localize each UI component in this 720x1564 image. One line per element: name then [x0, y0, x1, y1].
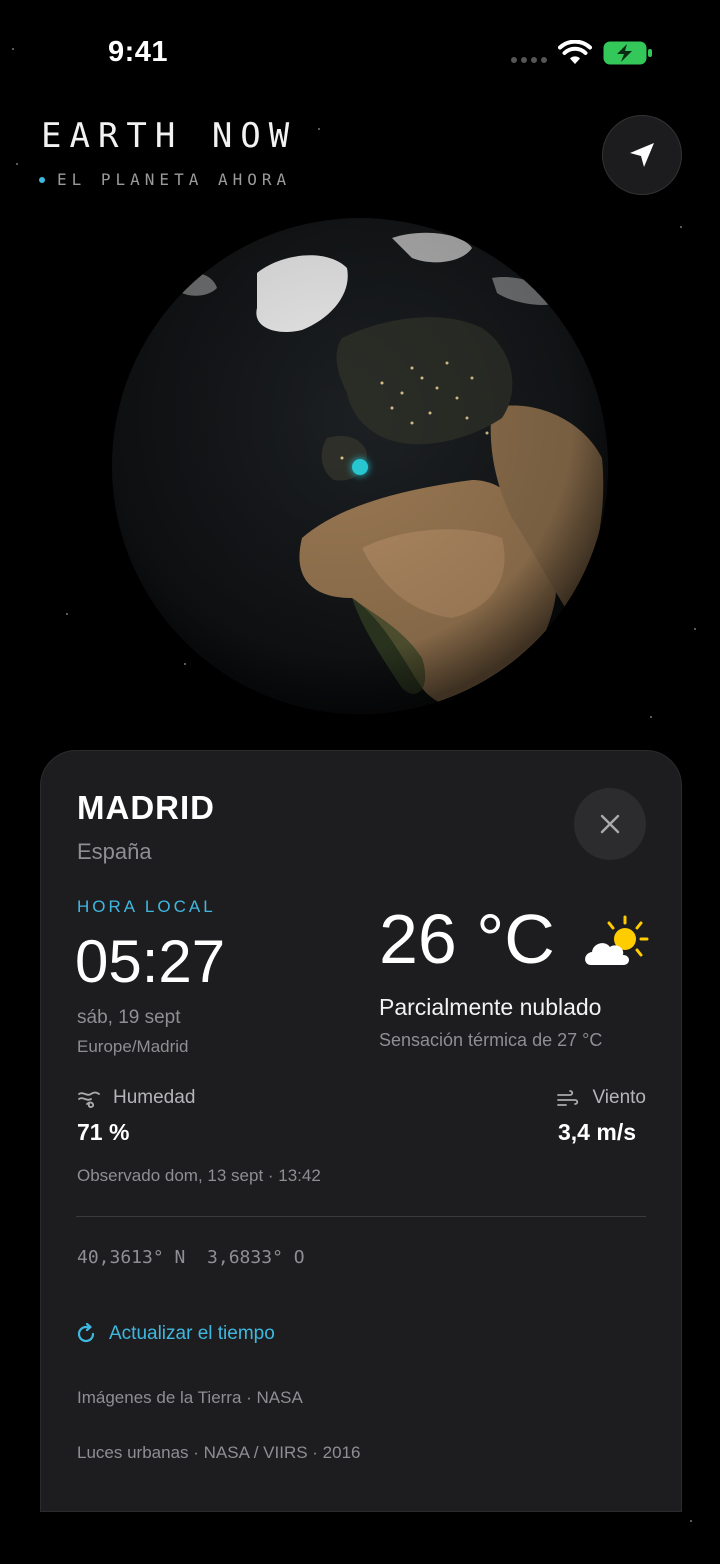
coordinates: 40,3613° N 3,6833° O [77, 1247, 305, 1268]
humidity-icon [78, 1091, 100, 1108]
battery-charging-icon [603, 41, 652, 65]
humidity-label: Humedad [77, 1087, 195, 1109]
location-card: MADRID España HORA LOCAL 05:27 sáb, 19 s… [40, 750, 682, 1512]
app-subtitle-text: EL PLANETA AHORA [57, 170, 292, 189]
country-name: España [77, 839, 152, 864]
status-bar: 9:41 [0, 0, 720, 100]
wind-label: Viento [556, 1087, 646, 1109]
location-marker[interactable] [352, 459, 368, 475]
close-icon [600, 814, 620, 834]
humidity-label-text: Humedad [113, 1087, 196, 1108]
live-dot-icon [39, 176, 45, 183]
close-button[interactable] [574, 788, 646, 860]
divider [76, 1216, 646, 1217]
wind-label-text: Viento [592, 1087, 646, 1108]
feels-like: Sensación térmica de 27 °C [379, 1030, 603, 1050]
wifi-icon [558, 40, 592, 64]
observed-time: Observado dom, 13 sept · 13:42 [77, 1166, 321, 1185]
local-date: sáb, 19 sept [77, 1007, 181, 1028]
partly-cloudy-icon [585, 915, 649, 965]
app-title: EARTH NOW [41, 116, 298, 156]
app-subtitle: EL PLANETA AHORA [39, 170, 291, 189]
refresh-weather-button[interactable]: Actualizar el tiempo [75, 1323, 275, 1345]
credit-city-lights: Luces urbanas · NASA / VIIRS · 2016 [77, 1443, 361, 1462]
refresh-icon [77, 1323, 95, 1343]
locate-me-button[interactable] [602, 115, 682, 195]
location-arrow-icon [630, 143, 654, 167]
wind-icon [557, 1090, 579, 1106]
local-time: 05:27 [75, 928, 226, 995]
local-time-label: HORA LOCAL [77, 897, 216, 916]
temperature: 26 °C [379, 900, 555, 978]
refresh-weather-label: Actualizar el tiempo [109, 1323, 275, 1344]
cellular-signal-icon [511, 57, 547, 63]
humidity-value: 71 % [77, 1119, 130, 1145]
city-name: MADRID [77, 789, 215, 826]
timezone: Europe/Madrid [77, 1037, 189, 1056]
status-time: 9:41 [108, 36, 169, 68]
weather-condition: Parcialmente nublado [379, 994, 602, 1020]
credit-earth-imagery: Imágenes de la Tierra · NASA [77, 1388, 303, 1407]
wind-value: 3,4 m/s [558, 1119, 636, 1145]
